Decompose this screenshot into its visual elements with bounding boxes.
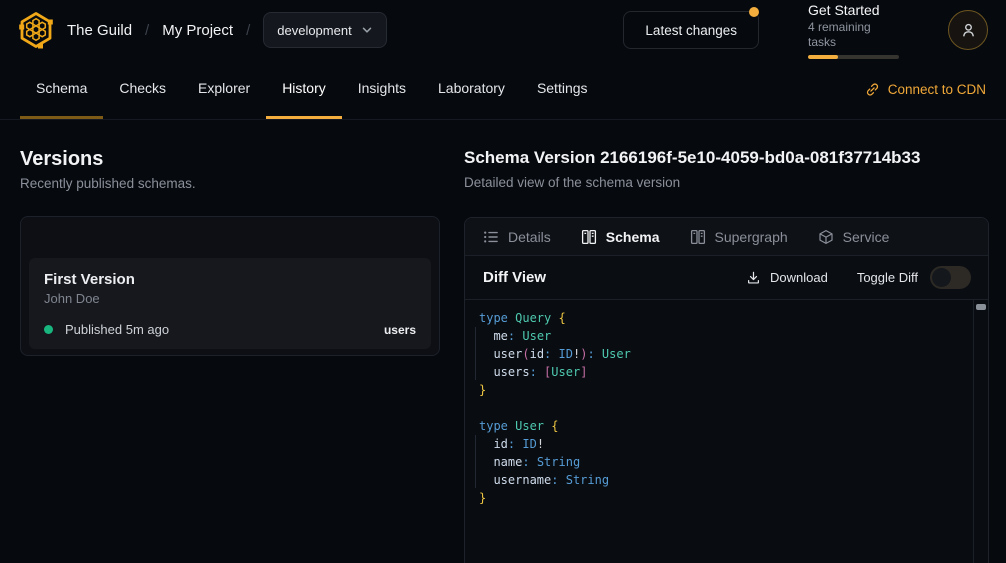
detail-tab-label: Details — [508, 229, 551, 245]
toggle-diff-label: Toggle Diff — [857, 270, 918, 285]
get-started-subtitle: 4 remaining tasks — [808, 20, 899, 50]
code-line: name: String — [479, 453, 968, 471]
get-started-title: Get Started — [808, 2, 899, 19]
download-label: Download — [770, 270, 828, 285]
code-line — [479, 399, 968, 417]
target-selector-value: development — [277, 23, 351, 38]
detail-tab-label: Supergraph — [715, 229, 788, 245]
version-name: First Version — [44, 270, 416, 289]
detail-tab-service[interactable]: Service — [818, 229, 890, 245]
schema-view-card: Details Schema Supergraph Service Diff View… — [464, 217, 989, 563]
schema-code: type Query { me: User user(id: ID!): Use… — [465, 300, 988, 507]
cube-icon — [818, 229, 834, 245]
toggle-diff-knob — [932, 268, 951, 287]
breadcrumb-separator: / — [145, 22, 149, 39]
nav-tab-explorer[interactable]: Explorer — [182, 60, 266, 119]
code-scrollbar-thumb[interactable] — [976, 304, 986, 310]
version-author: John Doe — [44, 291, 416, 307]
notification-dot — [749, 7, 759, 17]
code-line: } — [479, 381, 968, 399]
code-line: username: String — [479, 471, 968, 489]
download-icon — [746, 270, 761, 285]
version-detail-subtitle: Detailed view of the schema version — [464, 174, 989, 191]
breadcrumb: The Guild / My Project / development — [67, 12, 387, 48]
avatar[interactable] — [948, 10, 988, 50]
main-nav: SchemaChecksExplorerHistoryInsightsLabor… — [0, 60, 1006, 120]
code-line: id: ID! — [479, 435, 968, 453]
code-line: user(id: ID!): User — [479, 345, 968, 363]
breadcrumb-separator: / — [246, 22, 250, 39]
diff-view-toolbar: Diff View Download Toggle Diff — [465, 256, 988, 300]
code-line: } — [479, 489, 968, 507]
columns-icon — [690, 229, 706, 245]
guild-hive-logo-icon[interactable] — [16, 10, 56, 50]
breadcrumb-org[interactable]: The Guild — [67, 22, 132, 39]
schema-code-editor[interactable]: type Query { me: User user(id: ID!): Use… — [465, 300, 988, 563]
code-scrollbar — [973, 300, 988, 563]
versions-card: First Version John Doe Published 5m ago … — [20, 216, 440, 356]
columns-icon — [581, 229, 597, 245]
code-line: users: [User] — [479, 363, 968, 381]
code-line: type Query { — [479, 309, 968, 327]
user-icon — [960, 22, 977, 39]
nav-tab-checks[interactable]: Checks — [103, 60, 182, 119]
code-line: type User { — [479, 417, 968, 435]
latest-changes-label: Latest changes — [645, 23, 737, 38]
main-content: Versions Recently published schemas. Fir… — [0, 120, 1006, 563]
versions-subtitle: Recently published schemas. — [20, 175, 440, 192]
get-started-progress — [808, 55, 899, 59]
get-started-widget[interactable]: Get Started 4 remaining tasks — [808, 2, 899, 59]
diff-view-title: Diff View — [483, 269, 546, 286]
version-item[interactable]: First Version John Doe Published 5m ago … — [29, 258, 431, 349]
app-header: The Guild / My Project / development Lat… — [0, 0, 1006, 60]
detail-tab-schema[interactable]: Schema — [581, 229, 660, 245]
indent-guide — [475, 327, 476, 380]
detail-tabs: Details Schema Supergraph Service — [465, 218, 988, 256]
connect-to-cdn-label: Connect to CDN — [888, 82, 986, 97]
version-detail-panel: Schema Version 2166196f-5e10-4059-bd0a-0… — [464, 147, 989, 563]
detail-tab-label: Service — [843, 229, 890, 245]
breadcrumb-project[interactable]: My Project — [162, 22, 233, 39]
published-status-dot — [44, 325, 53, 334]
chevron-down-icon — [361, 24, 373, 36]
main-nav-tabs: SchemaChecksExplorerHistoryInsightsLabor… — [20, 60, 604, 119]
toggle-diff-switch[interactable] — [930, 266, 971, 289]
link-icon — [865, 82, 880, 97]
download-button[interactable]: Download — [746, 270, 828, 285]
nav-tab-laboratory[interactable]: Laboratory — [422, 60, 521, 119]
code-line: me: User — [479, 327, 968, 345]
nav-tab-history[interactable]: History — [266, 60, 342, 119]
version-service-badge: users — [384, 323, 416, 337]
detail-tab-supergraph[interactable]: Supergraph — [690, 229, 788, 245]
versions-title: Versions — [20, 147, 440, 171]
nav-tab-settings[interactable]: Settings — [521, 60, 604, 119]
target-selector[interactable]: development — [263, 12, 386, 48]
indent-guide — [475, 435, 476, 488]
version-status: Published 5m ago — [65, 322, 169, 337]
list-icon — [483, 229, 499, 245]
get-started-progress-fill — [808, 55, 838, 59]
detail-tab-details[interactable]: Details — [483, 229, 551, 245]
connect-to-cdn-link[interactable]: Connect to CDN — [865, 60, 986, 119]
latest-changes-button[interactable]: Latest changes — [623, 11, 759, 49]
nav-tab-schema[interactable]: Schema — [20, 60, 103, 119]
versions-panel: Versions Recently published schemas. Fir… — [20, 147, 440, 563]
version-status-row: Published 5m ago users — [44, 322, 416, 337]
version-detail-title: Schema Version 2166196f-5e10-4059-bd0a-0… — [464, 147, 989, 168]
nav-tab-insights[interactable]: Insights — [342, 60, 422, 119]
detail-tab-label: Schema — [606, 229, 660, 245]
